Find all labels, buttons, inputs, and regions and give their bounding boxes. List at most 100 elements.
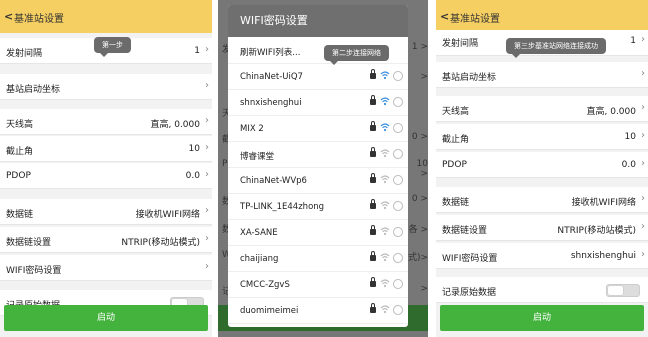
toggle-knob <box>608 286 623 295</box>
row-datalink[interactable]: 数据链 接收机WIFI网络 › <box>0 199 212 225</box>
row-antenna-height[interactable]: 天线高 直高, 0.000 › <box>0 109 212 135</box>
row-datalink-settings[interactable]: 数据链设置 NTRIP(移动站模式) › <box>436 215 648 241</box>
page-title: 基准站设置 <box>450 14 500 25</box>
row-label: 发射间隔 <box>6 49 43 59</box>
row-label: 记录原始数据 <box>442 288 497 298</box>
row-wifi-password[interactable]: WIFI密码设置 shnxishenghui › <box>436 243 648 269</box>
row-cutoff-angle[interactable]: 截止角 10 › <box>0 136 212 162</box>
row-value: 接收机WIFI网络 <box>571 198 636 208</box>
wifi-signal-icon <box>380 71 390 80</box>
wifi-radio-button[interactable] <box>393 97 403 107</box>
base-station-settings-screen: < 基准站设置 发射间隔 1 › 基站启动坐标 › 天线高 直高, 0.000 … <box>0 0 212 337</box>
wifi-signal-icon <box>380 175 390 184</box>
wifi-ssid: XA-SANE <box>240 228 278 238</box>
wifi-network-row[interactable]: XA-SANE <box>228 220 408 246</box>
wifi-network-row[interactable]: ChinaNet-UiQ7 <box>228 64 408 90</box>
bg-value: 10 > <box>416 159 428 179</box>
row-cutoff-angle[interactable]: 截止角 10 › <box>436 124 648 150</box>
wifi-radio-button[interactable] <box>393 149 403 159</box>
row-value: NTRIP(移动站模式) <box>121 238 200 248</box>
row-label: 发射间隔 <box>442 39 479 49</box>
row-antenna-height[interactable]: 天线高 直高, 0.000 › <box>436 96 648 122</box>
row-value: 0.0 <box>185 171 200 181</box>
row-label: 截止角 <box>442 135 470 145</box>
start-button[interactable]: 启动 <box>4 305 208 331</box>
lock-icon <box>370 225 376 235</box>
wifi-signal-icon <box>380 305 390 314</box>
wifi-network-row[interactable]: duomimeimei <box>228 298 408 324</box>
chevron-right-icon: › <box>641 68 645 79</box>
wifi-network-row[interactable]: ChinaNet-WVp6 <box>228 168 408 194</box>
row-label: 数据链设置 <box>6 238 52 248</box>
wifi-password-dialog-screen: 发 天 截 PD 数 数 WI 记 1 > > 0 > 10 > 0 > 各 >… <box>218 0 428 337</box>
wifi-network-row[interactable]: chaijiang <box>228 246 408 272</box>
row-label: 数据链 <box>442 198 470 208</box>
wifi-radio-button[interactable] <box>393 123 403 133</box>
back-icon[interactable]: < <box>440 10 449 23</box>
step-two-tooltip: 第二步连接网络 <box>324 45 389 65</box>
row-label: 基站启动坐标 <box>442 73 497 83</box>
wifi-signal-icon <box>380 253 390 262</box>
wifi-signal-icon <box>380 97 390 106</box>
chevron-right-icon: › <box>205 261 209 272</box>
wifi-signal-icon <box>380 279 390 288</box>
row-datalink[interactable]: 数据链 接收机WIFI网络 › <box>436 187 648 213</box>
wifi-ssid: TP-LINK_1E44zhong <box>240 202 325 212</box>
step-three-tooltip: 第三步基准站网络连接成功 <box>506 38 606 58</box>
chevron-right-icon: › <box>205 233 209 244</box>
wifi-network-row[interactable]: 博睿课堂 <box>228 142 408 168</box>
lock-icon <box>370 147 376 157</box>
row-record-raw-data: 记录原始数据 <box>436 277 648 303</box>
row-label: 数据链设置 <box>442 226 488 236</box>
bg-value: 0 > <box>411 132 428 142</box>
start-button[interactable]: 启动 <box>440 305 644 331</box>
row-label: WIFI密码设置 <box>6 266 62 276</box>
wifi-radio-button[interactable] <box>393 279 403 289</box>
row-value: 1 <box>194 46 200 56</box>
row-pdop[interactable]: PDOP 0.0 › <box>436 152 648 178</box>
chevron-right-icon: › <box>641 193 645 204</box>
wifi-radio-button[interactable] <box>393 71 403 81</box>
lock-icon <box>370 277 376 287</box>
row-value: 直高, 0.000 <box>150 120 201 130</box>
wifi-network-row[interactable]: MIX 2 <box>228 116 408 142</box>
row-datalink-settings[interactable]: 数据链设置 NTRIP(移动站模式) › <box>0 227 212 253</box>
chevron-right-icon: › <box>641 221 645 232</box>
row-base-start-coordinate[interactable]: 基站启动坐标 › <box>0 74 212 100</box>
wifi-radio-button[interactable] <box>393 305 403 315</box>
row-value: 0.0 <box>621 160 636 170</box>
wifi-radio-button[interactable] <box>393 253 403 263</box>
bg-value: 0 > <box>411 194 428 204</box>
wifi-radio-button[interactable] <box>393 201 403 211</box>
lock-icon <box>370 173 376 183</box>
chevron-right-icon: › <box>205 44 209 55</box>
row-label: PDOP <box>6 171 31 181</box>
back-icon[interactable]: < <box>4 10 13 23</box>
step-one-tooltip: 第一步 <box>94 37 131 57</box>
wifi-signal-icon <box>380 201 390 210</box>
wifi-radio-button[interactable] <box>393 175 403 185</box>
wifi-radio-button[interactable] <box>393 227 403 237</box>
row-pdop[interactable]: PDOP 0.0 › <box>0 163 212 189</box>
record-raw-data-toggle[interactable] <box>606 284 640 297</box>
wifi-ssid: chaijiang <box>240 254 279 264</box>
row-value: 1 <box>630 36 636 46</box>
wifi-ssid: MIX 2 <box>240 124 264 134</box>
bg-value: 1 > <box>411 42 428 52</box>
chevron-right-icon: › <box>205 169 209 180</box>
row-label: 天线高 <box>442 107 470 117</box>
wifi-ssid: ChinaNet-UiQ7 <box>240 72 303 82</box>
wifi-ssid: 博睿课堂 <box>240 152 275 162</box>
wifi-network-row[interactable]: shnxishenghui <box>228 90 408 116</box>
chevron-right-icon: › <box>641 249 645 260</box>
row-value: shnxishenghui <box>570 251 636 261</box>
bg-value: > <box>420 72 428 82</box>
lock-icon <box>370 121 376 131</box>
wifi-network-row[interactable]: TP-LINK_1E44zhong <box>228 194 408 220</box>
row-wifi-password[interactable]: WIFI密码设置 › <box>0 255 212 281</box>
wifi-ssid: CMCC-ZgvS <box>240 280 290 290</box>
row-label: PDOP <box>442 160 467 170</box>
chevron-right-icon: › <box>641 158 645 169</box>
row-base-start-coordinate[interactable]: 基站启动坐标 › <box>436 62 648 88</box>
wifi-network-row[interactable]: CMCC-ZgvS <box>228 272 408 298</box>
